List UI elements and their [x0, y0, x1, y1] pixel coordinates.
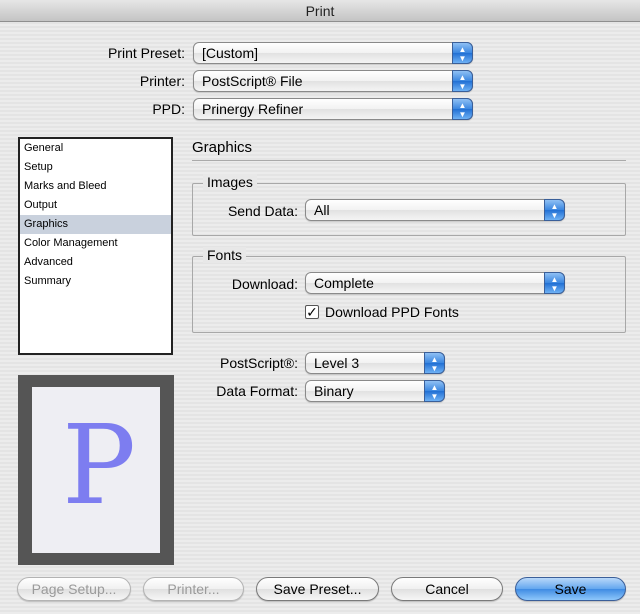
- sidebar-item-output[interactable]: Output: [20, 196, 171, 215]
- sidebar-item-advanced[interactable]: Advanced: [20, 253, 171, 272]
- page-setup-button[interactable]: Page Setup...: [17, 577, 131, 601]
- sidebar-item-setup[interactable]: Setup: [20, 158, 171, 177]
- images-group-title: Images: [203, 174, 257, 190]
- popup-arrows-icon: ▲ ▼: [424, 352, 445, 374]
- print-preset-popup[interactable]: [Custom] ▲ ▼: [193, 42, 473, 64]
- send-data-popup[interactable]: All ▲ ▼: [305, 199, 565, 221]
- popup-arrows-icon: ▲ ▼: [424, 380, 445, 402]
- category-list[interactable]: General Setup Marks and Bleed Output Gra…: [18, 137, 173, 355]
- ppd-popup[interactable]: Prinergy Refiner ▲ ▼: [193, 98, 473, 120]
- download-ppd-fonts-label[interactable]: Download PPD Fonts: [325, 303, 459, 321]
- data-format-value: Binary: [314, 383, 354, 399]
- send-data-label: Send Data:: [227, 203, 298, 219]
- popup-arrows-icon: ▲ ▼: [452, 98, 473, 120]
- sidebar-item-general[interactable]: General: [20, 139, 171, 158]
- send-data-value: All: [314, 202, 330, 218]
- sidebar-item-color-management[interactable]: Color Management: [20, 234, 171, 253]
- ppd-value: Prinergy Refiner: [202, 101, 304, 117]
- download-ppd-fonts-checkbox[interactable]: ✓: [305, 305, 319, 319]
- postscript-popup[interactable]: Level 3 ▲ ▼: [305, 352, 445, 374]
- page-preview: P: [18, 375, 174, 565]
- popup-arrows-icon: ▲ ▼: [452, 70, 473, 92]
- printer-label: Printer:: [139, 73, 185, 89]
- postscript-label: PostScript®:: [219, 355, 298, 371]
- fonts-group-title: Fonts: [203, 247, 247, 263]
- sidebar-item-marks-and-bleed[interactable]: Marks and Bleed: [20, 177, 171, 196]
- window-title: Print: [0, 0, 640, 22]
- save-preset-button[interactable]: Save Preset...: [256, 577, 379, 601]
- popup-arrows-icon: ▲ ▼: [544, 272, 565, 294]
- popup-arrows-icon: ▲ ▼: [452, 42, 473, 64]
- postscript-value: Level 3: [314, 355, 360, 371]
- data-format-popup[interactable]: Binary ▲ ▼: [305, 380, 445, 402]
- fonts-group: [192, 256, 626, 333]
- ppd-label: PPD:: [152, 101, 185, 117]
- printer-button[interactable]: Printer...: [143, 577, 244, 601]
- printer-popup[interactable]: PostScript® File ▲ ▼: [193, 70, 473, 92]
- print-preset-value: [Custom]: [202, 45, 259, 61]
- section-divider: [192, 160, 626, 161]
- section-title: Graphics: [192, 139, 253, 156]
- printer-value: PostScript® File: [202, 73, 303, 89]
- preview-glyph: P: [62, 401, 137, 529]
- download-popup[interactable]: Complete ▲ ▼: [305, 272, 565, 294]
- print-preset-label: Print Preset:: [107, 45, 185, 61]
- save-button[interactable]: Save: [515, 577, 626, 601]
- sidebar-item-graphics[interactable]: Graphics: [20, 215, 171, 234]
- preview-page: P: [32, 387, 160, 553]
- cancel-button[interactable]: Cancel: [391, 577, 503, 601]
- download-value: Complete: [314, 275, 374, 291]
- sidebar-item-summary[interactable]: Summary: [20, 272, 171, 291]
- data-format-label: Data Format:: [216, 383, 298, 399]
- checkmark-icon: ✓: [306, 304, 318, 320]
- download-label: Download:: [231, 276, 298, 292]
- popup-arrows-icon: ▲ ▼: [544, 199, 565, 221]
